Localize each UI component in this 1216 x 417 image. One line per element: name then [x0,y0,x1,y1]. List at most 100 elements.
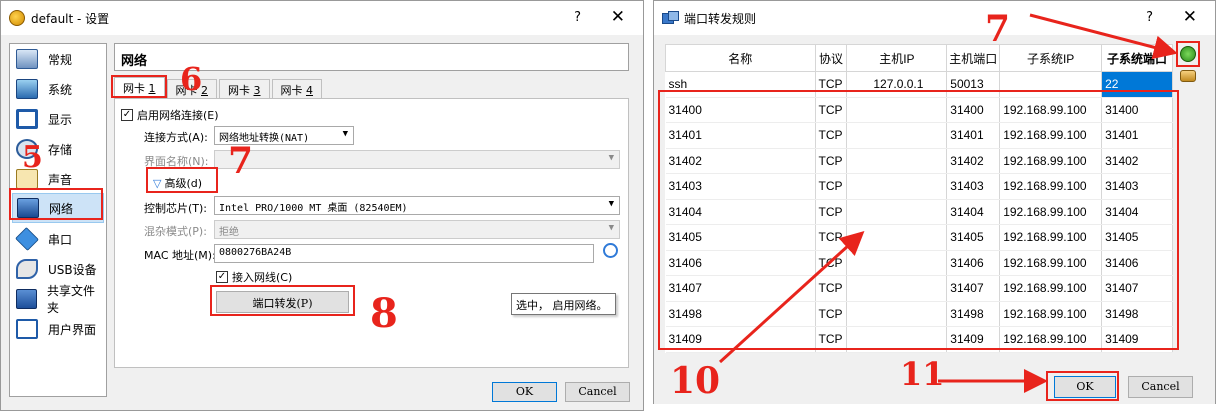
table-cell[interactable]: 31406 [1101,250,1173,276]
tab-adapter-1[interactable]: 网卡 1 [114,77,165,99]
table-cell[interactable]: 31407 [946,275,1001,302]
table-cell[interactable]: 31406 [665,250,816,276]
table-cell[interactable] [846,199,948,225]
sidebar-item-usb[interactable]: USB设备 [12,255,104,283]
table-cell[interactable]: 31407 [1101,275,1173,302]
table-cell[interactable]: 31403 [665,173,816,200]
column-header-protocol[interactable]: 协议 [814,44,848,72]
table-cell[interactable]: 31401 [1101,122,1173,149]
attached-to-select[interactable]: 网络地址转换(NAT) ▼ [214,126,354,145]
table-cell[interactable]: 192.168.99.100 [999,148,1103,174]
sidebar-item-display[interactable]: 显示 [12,105,104,133]
sidebar-item-shared-folders[interactable]: 共享文件夹 [12,284,104,315]
close-icon[interactable]: ✕ [611,7,625,27]
table-row[interactable]: 31403 TCP 31403 192.168.99.100 31403 [665,173,1173,200]
sidebar-item-storage[interactable]: 存储 [12,135,104,163]
table-cell[interactable] [846,122,948,149]
table-row[interactable]: 31401 TCP 31401 192.168.99.100 31401 [665,122,1173,149]
table-cell[interactable]: 192.168.99.100 [999,122,1103,149]
advanced-toggle[interactable]: ▽ 高级(d) [153,175,202,191]
table-cell[interactable]: 31498 [665,301,816,327]
table-cell[interactable] [846,224,948,251]
ok-button[interactable]: OK [1054,376,1116,398]
refresh-mac-icon[interactable] [603,243,618,258]
table-cell[interactable]: 31404 [946,199,1001,225]
sidebar-item-general[interactable]: 常规 [12,45,104,73]
column-header-guest-ip[interactable]: 子系统IP [999,44,1103,72]
table-cell[interactable]: 31404 [665,199,816,225]
table-row[interactable]: 31400 TCP 31400 192.168.99.100 31400 [665,97,1173,123]
table-cell[interactable]: 31400 [1101,97,1173,123]
adapter-type-select[interactable]: Intel PRO/1000 MT 桌面 (82540EM) ▼ [214,196,620,215]
table-cell[interactable]: 192.168.99.100 [999,250,1103,276]
table-cell[interactable]: ssh [665,71,816,98]
sidebar-item-system[interactable]: 系统 [12,75,104,103]
table-cell[interactable]: TCP [815,148,848,174]
table-cell[interactable]: 127.0.0.1 [846,71,948,98]
table-row[interactable]: 31405 TCP 31405 192.168.99.100 31405 [665,224,1173,251]
table-row[interactable]: 31407 TCP 31407 192.168.99.100 31407 [665,275,1173,302]
table-cell[interactable]: 31403 [946,173,1001,200]
table-row[interactable]: 31498 TCP 31498 192.168.99.100 31498 [665,301,1173,327]
table-cell[interactable]: 31405 [1101,224,1173,251]
table-cell[interactable]: 192.168.99.100 [999,326,1103,353]
column-header-guest-port[interactable]: 子系统端口 [1101,44,1173,72]
table-cell[interactable]: 31407 [665,275,816,302]
table-cell[interactable]: TCP [815,122,848,149]
table-cell[interactable]: 31401 [946,122,1001,149]
table-cell[interactable] [846,301,948,327]
table-cell[interactable]: TCP [815,173,848,200]
tab-adapter-3[interactable]: 网卡 3 [219,79,270,99]
mac-address-input[interactable]: 0800276BA24B [214,244,594,263]
table-cell[interactable] [846,275,948,302]
sidebar-item-serial[interactable]: 串口 [12,225,104,253]
column-header-host-ip[interactable]: 主机IP [846,44,948,72]
close-icon[interactable]: ✕ [1183,7,1197,27]
table-cell[interactable]: 31409 [665,326,816,353]
table-cell[interactable]: TCP [815,97,848,123]
table-cell[interactable] [846,326,948,353]
table-cell[interactable]: 192.168.99.100 [999,275,1103,302]
table-cell[interactable]: 192.168.99.100 [999,97,1103,123]
table-cell[interactable] [999,71,1103,98]
table-cell[interactable]: 31404 [1101,199,1173,225]
table-cell[interactable] [846,148,948,174]
help-icon[interactable]: ? [574,10,581,25]
cancel-button[interactable]: Cancel [565,382,630,402]
table-cell[interactable]: 31409 [1101,326,1173,353]
table-cell[interactable] [846,97,948,123]
table-cell[interactable]: 31400 [665,97,816,123]
sidebar-item-user-interface[interactable]: 用户界面 [12,315,104,343]
table-cell[interactable] [846,173,948,200]
table-cell[interactable]: TCP [815,301,848,327]
table-cell[interactable]: 31405 [665,224,816,251]
cancel-button[interactable]: Cancel [1128,376,1193,398]
enable-adapter-checkbox[interactable]: ✓ 启用网络连接(E) [121,107,219,123]
port-forwarding-button[interactable]: 端口转发(P) [216,291,349,313]
table-cell[interactable]: 31498 [946,301,1001,327]
table-cell[interactable]: 31409 [946,326,1001,353]
table-cell[interactable]: 31498 [1101,301,1173,327]
table-cell[interactable]: 31401 [665,122,816,149]
table-cell[interactable]: 31402 [1101,148,1173,174]
ok-button[interactable]: OK [492,382,557,402]
table-cell[interactable]: TCP [815,199,848,225]
cable-connected-checkbox[interactable]: ✓ 接入网线(C) [216,269,292,285]
table-cell[interactable]: 192.168.99.100 [999,301,1103,327]
table-cell[interactable]: TCP [815,326,848,353]
table-cell[interactable]: TCP [815,250,848,276]
tab-adapter-4[interactable]: 网卡 4 [271,79,322,99]
table-cell[interactable]: TCP [815,275,848,302]
table-cell[interactable]: 31400 [946,97,1001,123]
table-cell[interactable]: 22 [1101,71,1173,98]
table-cell[interactable]: 50013 [946,71,1001,98]
table-cell[interactable]: TCP [815,224,848,251]
help-icon[interactable]: ? [1146,10,1153,25]
table-cell[interactable] [846,250,948,276]
table-cell[interactable]: 192.168.99.100 [999,199,1103,225]
table-cell[interactable]: 31406 [946,250,1001,276]
table-row[interactable]: 31406 TCP 31406 192.168.99.100 31406 [665,250,1173,276]
table-row[interactable]: 31402 TCP 31402 192.168.99.100 31402 [665,148,1173,174]
remove-rule-icon[interactable] [1180,70,1196,82]
table-row[interactable]: 31404 TCP 31404 192.168.99.100 31404 [665,199,1173,225]
